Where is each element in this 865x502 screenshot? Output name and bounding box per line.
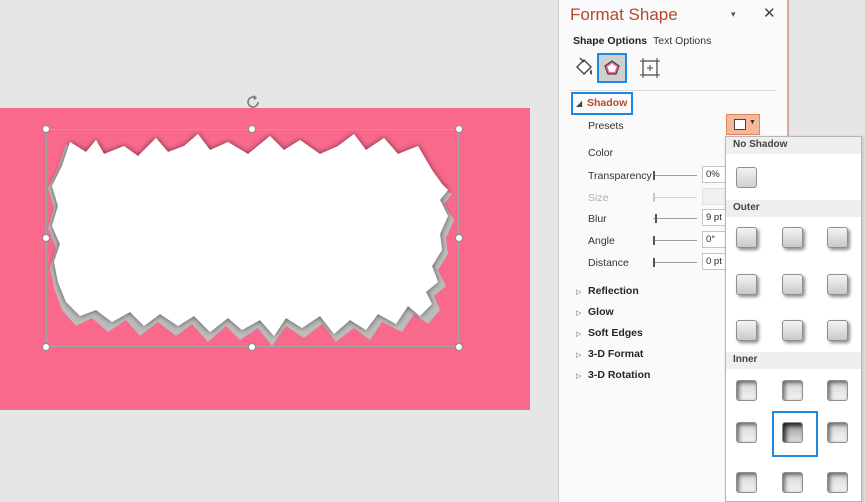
shadow-preset-outer-1[interactable] <box>736 227 757 248</box>
transparency-slider[interactable] <box>653 171 697 180</box>
shadow-preset-none-1[interactable] <box>736 167 757 188</box>
slide-canvas <box>0 0 558 502</box>
collapsed-triangle-icon: ▷ <box>576 289 582 296</box>
distance-slider[interactable] <box>653 258 697 267</box>
blur-slider[interactable] <box>653 214 697 223</box>
effects-pentagon-icon <box>604 60 620 75</box>
distance-slider-thumb[interactable] <box>653 258 655 267</box>
shadow-preset-outer-5[interactable] <box>782 274 803 295</box>
resize-handle-tl[interactable] <box>42 125 50 133</box>
shadow-preset-outer-2[interactable] <box>782 227 803 248</box>
section-3d-rotation[interactable]: ▷ 3-D Rotation <box>576 369 650 381</box>
resize-handle-ml[interactable] <box>42 234 50 242</box>
angle-label: Angle <box>588 235 615 247</box>
close-icon[interactable]: ✕ <box>763 4 776 22</box>
tab-shape-options[interactable]: Shape Options <box>573 35 647 47</box>
shadow-preset-outer-7[interactable] <box>736 320 757 341</box>
shadow-preset-outer-6[interactable] <box>827 274 848 295</box>
presets-dropdown-button[interactable]: ▼ <box>726 114 760 135</box>
pane-title: Format Shape <box>570 5 678 24</box>
section-glow[interactable]: ▷ Glow <box>576 306 614 318</box>
distance-label: Distance <box>588 257 629 269</box>
collapsed-triangle-icon: ▷ <box>576 373 582 380</box>
pane-divider <box>569 90 777 91</box>
resize-handle-br[interactable] <box>455 343 463 351</box>
size-slider <box>653 193 697 202</box>
shadow-preset-inner-3[interactable] <box>827 380 848 401</box>
tab-text-options[interactable]: Text Options <box>653 35 711 47</box>
shadow-preset-inner-8[interactable] <box>782 472 803 493</box>
presets-label: Presets <box>588 120 624 132</box>
size-properties-icon[interactable] <box>635 53 665 83</box>
shadow-preset-inner-7[interactable] <box>736 472 757 493</box>
collapsed-triangle-icon: ▷ <box>576 352 582 359</box>
shadow-preset-inner-4[interactable] <box>736 422 757 443</box>
fill-line-icon[interactable] <box>569 53 599 83</box>
collapsed-triangle-icon: ▷ <box>576 331 582 338</box>
section-label: 3-D Format <box>588 348 644 360</box>
gallery-group-header: Inner <box>726 352 861 369</box>
selected-preset-highlight <box>772 411 818 457</box>
shadow-preset-inner-9[interactable] <box>827 472 848 493</box>
section-label: 3-D Rotation <box>588 369 651 381</box>
shadow-presets-gallery: No Shadow Outer Inner <box>725 136 862 502</box>
blur-slider-thumb[interactable] <box>655 214 657 223</box>
rotate-handle-icon[interactable] <box>244 93 262 111</box>
resize-handle-bl[interactable] <box>42 343 50 351</box>
shadow-preset-outer-4[interactable] <box>736 274 757 295</box>
shadow-preset-inner-6[interactable] <box>827 422 848 443</box>
angle-slider[interactable] <box>653 236 697 245</box>
gallery-group-header: Outer <box>726 200 861 217</box>
shadow-preset-outer-8[interactable] <box>782 320 803 341</box>
resize-handle-tr[interactable] <box>455 125 463 133</box>
section-reflection[interactable]: ▷ Reflection <box>576 285 639 297</box>
expanded-triangle-icon: ◢ <box>576 99 583 108</box>
effects-icon[interactable] <box>597 53 627 83</box>
shadow-preset-outer-3[interactable] <box>827 227 848 248</box>
shadow-section-label: Shadow <box>587 97 628 109</box>
gallery-group-header: No Shadow <box>726 137 861 154</box>
angle-slider-thumb[interactable] <box>653 236 655 245</box>
shadow-preset-outer-9[interactable] <box>827 320 848 341</box>
section-label: Soft Edges <box>588 327 643 339</box>
size-label: Size <box>588 192 609 204</box>
shadow-preset-inner-2[interactable] <box>782 380 803 401</box>
size-slider-thumb <box>653 193 655 202</box>
preset-swatch-icon <box>734 119 746 130</box>
resize-handle-tm[interactable] <box>248 125 256 133</box>
section-label: Reflection <box>588 285 639 297</box>
blur-label: Blur <box>588 213 607 225</box>
section-soft-edges[interactable]: ▷ Soft Edges <box>576 327 643 339</box>
section-label: Glow <box>588 306 614 318</box>
resize-handle-bm[interactable] <box>248 343 256 351</box>
shadow-section-header[interactable]: ◢ Shadow <box>571 92 633 115</box>
section-3d-format[interactable]: ▷ 3-D Format <box>576 348 643 360</box>
color-label: Color <box>588 147 614 159</box>
collapsed-triangle-icon: ▷ <box>576 310 582 317</box>
resize-handle-mr[interactable] <box>455 234 463 242</box>
shadow-preset-inner-1[interactable] <box>736 380 757 401</box>
transparency-slider-thumb[interactable] <box>653 171 655 180</box>
chevron-down-icon: ▼ <box>749 119 756 126</box>
transparency-label: Transparency <box>588 170 652 182</box>
pane-options-dropdown-icon[interactable]: ▾ <box>731 9 736 20</box>
shape-selection-box <box>46 129 459 347</box>
